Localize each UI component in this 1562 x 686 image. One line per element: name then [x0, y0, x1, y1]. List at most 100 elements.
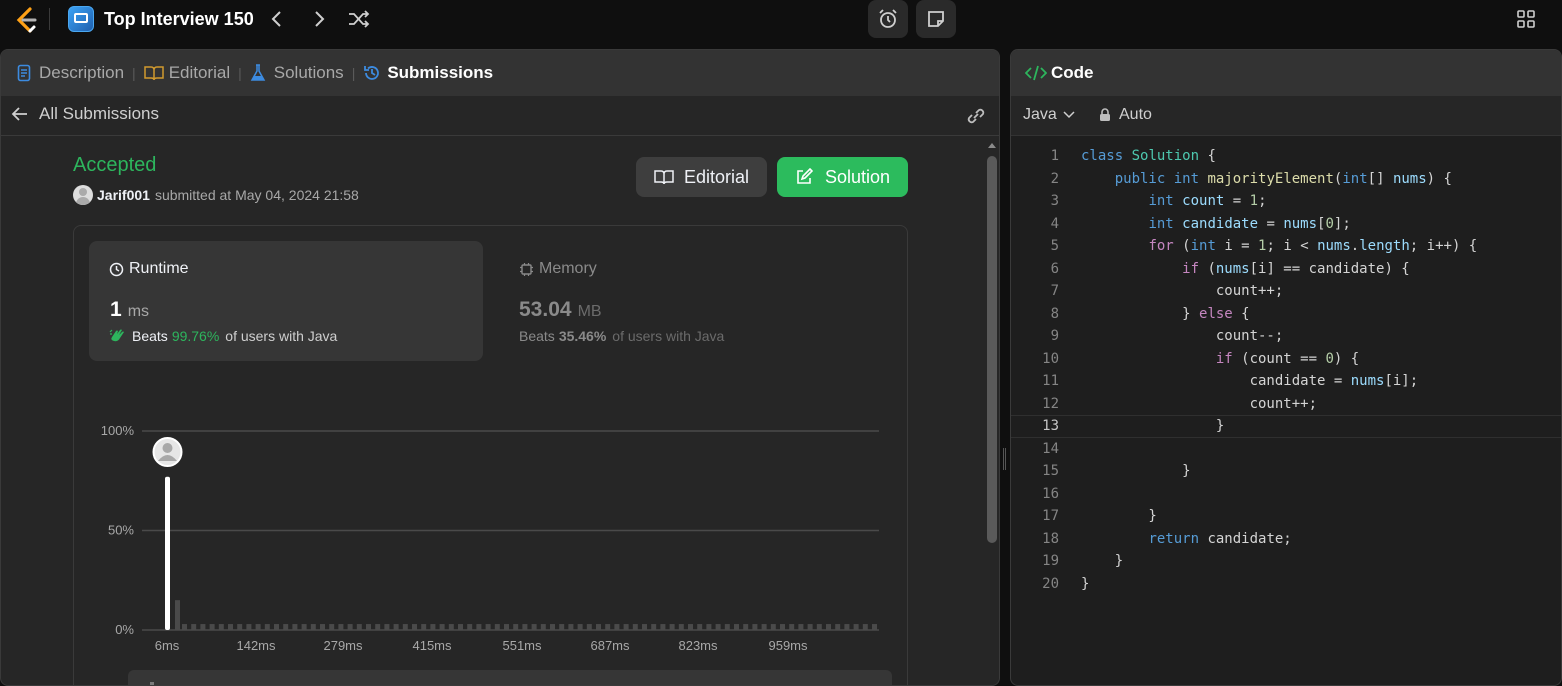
distribution-bar	[844, 624, 850, 630]
x-tick-label: 959ms	[768, 638, 808, 653]
chevron-down-icon	[1063, 111, 1075, 119]
code-text: int candidate = nums[0];	[1148, 215, 1351, 232]
layout-grid-icon[interactable]	[1516, 9, 1536, 29]
distribution-bar	[209, 624, 215, 630]
x-tick-label: 551ms	[502, 638, 542, 653]
leetcode-logo-icon[interactable]	[13, 6, 39, 34]
distribution-bar	[237, 624, 243, 630]
distribution-bar	[375, 624, 381, 630]
memory-value-row: 53.04 MB	[519, 298, 602, 322]
code-line[interactable]: 12 count++;	[1011, 393, 1561, 416]
scroll-up-icon[interactable]	[985, 138, 999, 152]
memory-title: Memory	[519, 260, 597, 278]
memory-card[interactable]: Memory 53.04 MB Beats 35.46% of users wi…	[504, 241, 884, 361]
distribution-bar	[485, 624, 491, 630]
mini-bar	[150, 682, 154, 685]
memory-beats-suffix: of users with Java	[612, 328, 725, 344]
code-line[interactable]: 20}	[1011, 573, 1561, 596]
code-line[interactable]: 10 if (count == 0) {	[1011, 348, 1561, 371]
code-text: } else {	[1081, 305, 1250, 322]
distribution-bar	[504, 624, 509, 630]
distribution-bar	[228, 624, 233, 630]
code-line[interactable]: 1 class Solution {	[1011, 145, 1561, 168]
code-line[interactable]: 4 int candidate = nums[0];	[1011, 213, 1561, 236]
code-text: }	[1081, 575, 1090, 592]
chevron-right-icon[interactable]	[310, 9, 328, 29]
mini-chart: 6ms142ms279ms415ms551ms687ms823ms959ms	[150, 682, 154, 685]
flask-icon	[250, 64, 266, 81]
timer-button[interactable]	[868, 0, 908, 38]
code-line[interactable]: 17 }	[1011, 505, 1561, 528]
runtime-title-label: Runtime	[129, 260, 189, 277]
scrollbar[interactable]	[985, 138, 999, 685]
tab-description[interactable]: Description	[17, 50, 124, 96]
distribution-bar	[780, 624, 785, 630]
y-tick-label: 50%	[108, 523, 134, 538]
username[interactable]: Jarif001	[97, 187, 150, 203]
tab-code[interactable]: Code	[1025, 50, 1094, 96]
distribution-bar	[347, 624, 353, 630]
language-select[interactable]: Java	[1023, 106, 1075, 124]
distribution-bar	[752, 624, 758, 630]
runtime-card[interactable]: Runtime 1 ms Beats 99.76% of users with …	[89, 241, 483, 361]
code-editor[interactable]: 1 class Solution { 2 public int majorityEl…	[1011, 145, 1561, 645]
link-icon[interactable]	[965, 106, 987, 126]
distribution-bar	[872, 624, 877, 630]
code-line[interactable]: 3 int count = 1;	[1011, 190, 1561, 213]
distribution-bar	[366, 624, 371, 630]
line-number: 1	[1050, 148, 1059, 165]
code-text: if (nums[i] == candidate) {	[1182, 260, 1410, 277]
code-line[interactable]: 6 if (nums[i] == candidate) {	[1011, 258, 1561, 281]
line-number: 9	[1050, 328, 1059, 345]
code-line[interactable]: 19 }	[1011, 550, 1561, 573]
distribution-bar	[301, 624, 307, 630]
tab-separator: |	[238, 65, 242, 81]
distribution-bar	[393, 624, 399, 630]
code-line[interactable]: 9 count--;	[1011, 325, 1561, 348]
code-line[interactable]: 14	[1011, 438, 1561, 461]
distribution-bar	[246, 624, 252, 630]
tab-submissions[interactable]: Submissions	[363, 50, 493, 96]
line-number: 12	[1042, 395, 1059, 412]
code-line[interactable]: 16	[1011, 483, 1561, 506]
auto-mode[interactable]: Auto	[1099, 106, 1152, 124]
code-line[interactable]: 11 candidate = nums[i];	[1011, 370, 1561, 393]
back-to-submissions[interactable]: All Submissions	[11, 104, 159, 124]
panel-resize-handle[interactable]	[1003, 448, 1006, 470]
tab-solutions[interactable]: Solutions	[250, 50, 344, 96]
distribution-bar	[586, 624, 592, 630]
editorial-button[interactable]: Editorial	[636, 157, 767, 197]
x-tick-label: 687ms	[590, 638, 630, 653]
notes-button[interactable]	[916, 0, 956, 38]
x-tick-label: 142ms	[236, 638, 276, 653]
code-text: count++;	[1081, 283, 1284, 300]
code-line[interactable]: 8 } else {	[1011, 303, 1561, 326]
distribution-bar	[789, 624, 795, 630]
chart-range-navigator[interactable]: 6ms142ms279ms415ms551ms687ms823ms959ms	[128, 670, 892, 685]
code-line[interactable]: 15 }	[1011, 460, 1561, 483]
mode-label: Auto	[1119, 106, 1152, 123]
memory-beats-prefix: Beats	[519, 328, 555, 344]
shuffle-icon[interactable]	[347, 9, 371, 29]
code-text: count++;	[1081, 395, 1318, 412]
code-line[interactable]: 18 return candidate;	[1011, 528, 1561, 551]
status-accepted: Accepted	[73, 154, 157, 176]
distribution-bar	[660, 624, 666, 630]
tab-editorial[interactable]: Editorial	[143, 50, 230, 96]
avatar[interactable]	[73, 185, 93, 205]
line-number: 19	[1042, 553, 1059, 570]
chip-icon	[520, 262, 533, 276]
code-line[interactable]: 13 }	[1011, 415, 1561, 438]
distribution-bar	[175, 600, 180, 630]
chevron-left-icon[interactable]	[268, 9, 286, 29]
runtime-beats: Beats 99.76% of users with Java	[109, 328, 337, 344]
scrollbar-thumb[interactable]	[987, 156, 997, 543]
code-line[interactable]: 2 public int majorityElement(int[] nums)…	[1011, 168, 1561, 191]
solution-button[interactable]: Solution	[777, 157, 908, 197]
code-line[interactable]: 7 count++;	[1011, 280, 1561, 303]
distribution-bar	[329, 624, 335, 630]
code-text: class Solution {	[1081, 148, 1216, 165]
code-line[interactable]: 5 for (int i = 1; i < nums.length; i++) …	[1011, 235, 1561, 258]
stats-card: Runtime 1 ms Beats 99.76% of users with …	[73, 225, 908, 685]
study-plan-title[interactable]: Top Interview 150	[104, 9, 254, 30]
